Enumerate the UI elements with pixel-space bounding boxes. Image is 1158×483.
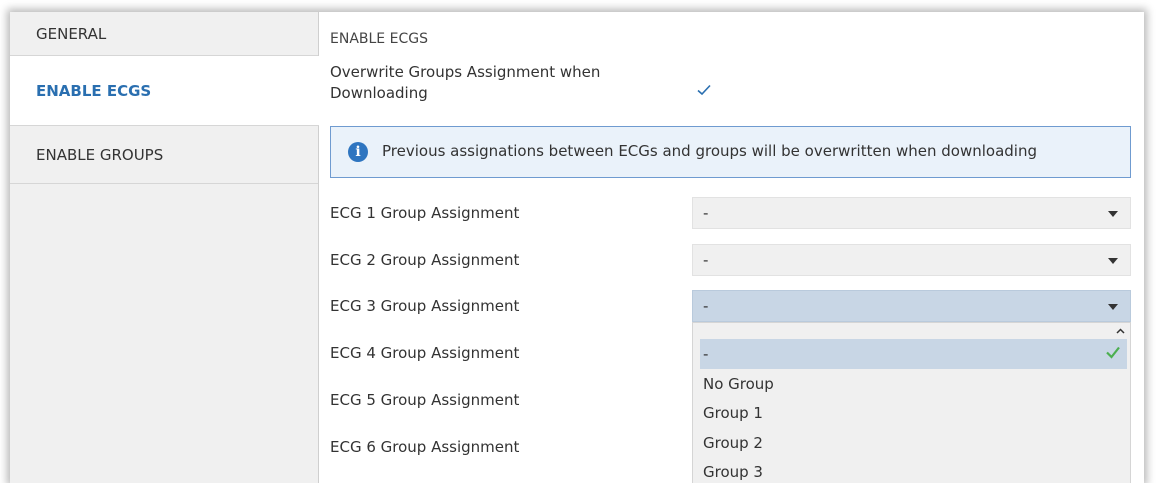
ecg-3-label: ECG 3 Group Assignment xyxy=(330,297,520,315)
sidebar-item-label: ENABLE GROUPS xyxy=(36,145,164,164)
ecg-3-select[interactable]: - xyxy=(692,290,1131,322)
checkmark-icon xyxy=(1106,346,1120,359)
settings-window: GENERAL ENABLE ECGS ENABLE GROUPS ENABLE… xyxy=(10,12,1144,483)
ecg-1-select[interactable]: - xyxy=(692,197,1131,229)
info-banner: i Previous assignations between ECGs and… xyxy=(330,126,1131,178)
sidebar-item-label: ENABLE ECGS xyxy=(36,81,152,100)
section-title: ENABLE ECGS xyxy=(330,31,428,47)
chevron-down-icon xyxy=(1108,258,1118,264)
ecg-4-label: ECG 4 Group Assignment xyxy=(330,344,520,362)
scroll-up-icon[interactable] xyxy=(1114,325,1126,337)
ecg-1-label: ECG 1 Group Assignment xyxy=(330,204,520,222)
overwrite-label: Overwrite Groups Assignment when Downloa… xyxy=(330,63,601,102)
sidebar-item-general[interactable]: GENERAL xyxy=(10,12,318,56)
dropdown-option[interactable]: Group 1 xyxy=(703,398,1113,428)
ecg-5-label: ECG 5 Group Assignment xyxy=(330,391,520,409)
sidebar-item-enable-ecgs[interactable]: ENABLE ECGS xyxy=(10,56,319,126)
checkmark-icon xyxy=(697,84,711,96)
ecg-2-label: ECG 2 Group Assignment xyxy=(330,251,520,269)
info-text: Previous assignations between ECGs and g… xyxy=(382,142,1037,160)
ecg-2-select[interactable]: - xyxy=(692,244,1131,276)
sidebar-item-enable-groups[interactable]: ENABLE GROUPS xyxy=(10,126,318,184)
ecg-6-label: ECG 6 Group Assignment xyxy=(330,438,520,456)
sidebar: GENERAL ENABLE ECGS ENABLE GROUPS xyxy=(10,12,319,483)
dropdown-option[interactable]: Group 2 xyxy=(703,428,1113,458)
ecg-3-dropdown-list: - No Group Group 1 Group 2 Group 3 xyxy=(692,322,1131,483)
chevron-down-icon xyxy=(1108,304,1118,310)
select-value: - xyxy=(703,251,709,269)
dropdown-option[interactable]: - xyxy=(700,339,1127,369)
info-icon: i xyxy=(348,142,368,162)
dropdown-option[interactable]: No Group xyxy=(703,369,1113,399)
chevron-down-icon xyxy=(1108,211,1118,217)
select-value: - xyxy=(703,204,709,222)
overwrite-checkbox[interactable] xyxy=(693,79,715,101)
sidebar-item-label: GENERAL xyxy=(36,24,107,43)
main-content: ENABLE ECGS Overwrite Groups Assignment … xyxy=(319,12,1144,483)
dropdown-option[interactable]: Group 3 xyxy=(703,457,1113,483)
select-value: - xyxy=(703,297,709,315)
